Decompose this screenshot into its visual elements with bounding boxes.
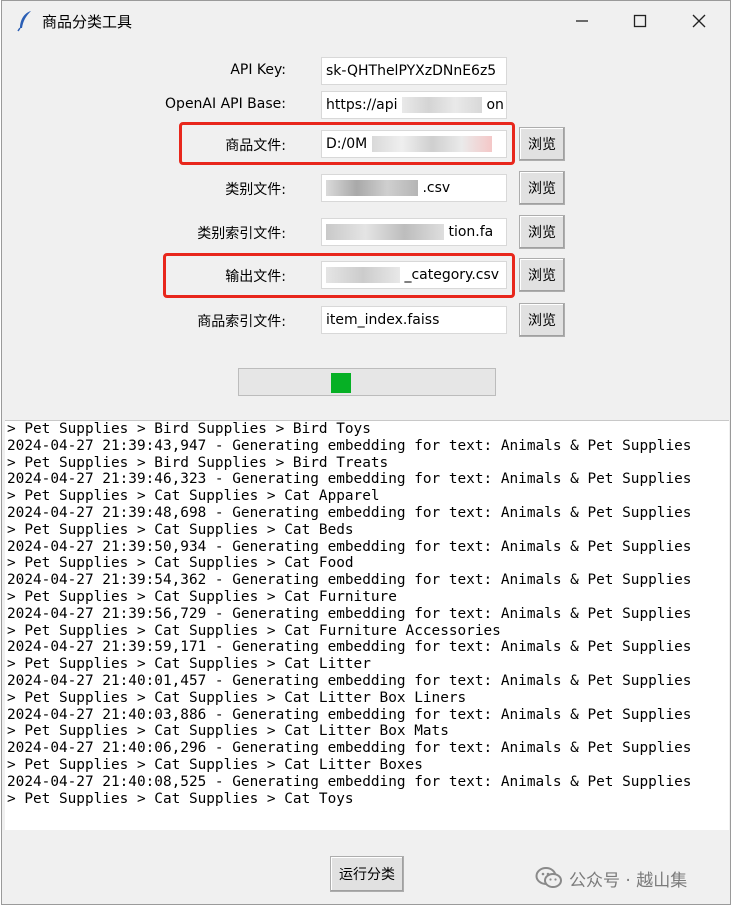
feather-icon — [17, 11, 31, 32]
close-button[interactable] — [674, 1, 724, 41]
category-file-browse-button[interactable]: 浏览 — [519, 171, 565, 205]
title-bar[interactable]: 商品分类工具 — [2, 1, 730, 41]
output-file-browse-button[interactable]: 浏览 — [519, 258, 565, 292]
log-line: > Pet Supplies > Cat Supplies > Cat Litt… — [7, 656, 371, 673]
category-file-input[interactable]: .csv — [321, 174, 507, 202]
wechat-icon — [535, 867, 562, 888]
log-line: 2024-04-27 21:39:54,362 - Generating emb… — [7, 572, 692, 589]
log-line: 2024-04-27 21:39:46,323 - Generating emb… — [7, 471, 692, 488]
product-file-browse-button[interactable]: 浏览 — [519, 127, 565, 161]
log-line: 2024-04-27 21:40:01,457 - Generating emb… — [7, 672, 692, 689]
log-output[interactable]: > Pet Supplies > Bird Supplies > Bird To… — [5, 420, 729, 830]
log-line: 2024-04-27 21:40:06,296 - Generating emb… — [7, 740, 692, 757]
product-index-file-input[interactable]: item_index.faiss — [321, 306, 507, 334]
category-index-file-input[interactable]: tion.fa — [321, 218, 507, 246]
log-line: > Pet Supplies > Cat Supplies > Cat Beds — [7, 521, 354, 538]
log-line: > Pet Supplies > Bird Supplies > Bird To… — [7, 421, 371, 437]
row-category-file: 类别文件: .csv 浏览 — [2, 171, 730, 205]
maximize-button[interactable] — [615, 1, 665, 41]
run-classify-button[interactable]: 运行分类 — [330, 856, 404, 892]
product-index-file-label: 商品索引文件: — [197, 314, 286, 330]
api-base-value-suffix: on — [486, 97, 504, 113]
progress-fill — [331, 373, 351, 393]
close-icon — [692, 14, 706, 28]
log-line: 2024-04-27 21:39:43,947 - Generating emb… — [7, 437, 692, 454]
log-line: > Pet Supplies > Bird Supplies > Bird Tr… — [7, 454, 389, 471]
log-line: 2024-04-27 21:39:59,171 - Generating emb… — [7, 639, 692, 656]
api-key-value: sk-QHThelPYXzDNnE6z5 — [326, 63, 497, 79]
maximize-icon — [633, 14, 647, 28]
api-base-input[interactable]: https://api on — [321, 91, 507, 119]
progress-bar — [238, 368, 496, 396]
log-line: > Pet Supplies > Cat Supplies > Cat Toys — [7, 790, 354, 807]
log-line: > Pet Supplies > Cat Supplies > Cat Furn… — [7, 622, 501, 639]
log-line: > Pet Supplies > Cat Supplies > Cat Litt… — [7, 756, 423, 773]
row-api-key: API Key: sk-QHThelPYXzDNnE6z5 — [2, 56, 730, 88]
redacted-block — [402, 97, 482, 113]
watermark-text: 公众号 · 越山集 — [569, 870, 688, 891]
log-line: 2024-04-27 21:40:03,886 - Generating emb… — [7, 706, 692, 723]
highlight-product-file — [179, 122, 515, 165]
product-index-file-browse-button[interactable]: 浏览 — [519, 303, 565, 337]
row-api-base: OpenAI API Base: https://api on — [2, 90, 730, 122]
product-index-file-value: item_index.faiss — [326, 312, 440, 328]
highlight-output-file — [163, 253, 515, 298]
category-index-file-browse-button[interactable]: 浏览 — [519, 215, 565, 249]
row-category-index-file: 类别索引文件: tion.fa 浏览 — [2, 215, 730, 249]
redacted-block — [326, 224, 444, 240]
api-base-value: https://api — [326, 97, 398, 113]
log-line: > Pet Supplies > Cat Supplies > Cat Litt… — [7, 723, 449, 740]
category-file-label: 类别文件: — [225, 182, 286, 198]
category-file-value: .csv — [422, 180, 451, 196]
app-window: 商品分类工具 API Key: sk-QHThelPYXzDNnE6z5 Ope… — [1, 0, 731, 905]
window-title: 商品分类工具 — [42, 13, 133, 31]
api-key-label: API Key: — [230, 62, 286, 78]
row-product-index-file: 商品索引文件: item_index.faiss 浏览 — [2, 303, 730, 337]
log-line: 2024-04-27 21:40:08,525 - Generating emb… — [7, 773, 692, 790]
redacted-block — [326, 180, 418, 196]
category-index-file-value: tion.fa — [448, 224, 494, 240]
log-line: > Pet Supplies > Cat Supplies > Cat Food — [7, 555, 354, 572]
log-line: 2024-04-27 21:39:48,698 - Generating emb… — [7, 504, 692, 521]
minimize-icon — [576, 20, 588, 22]
log-line: > Pet Supplies > Cat Supplies > Cat Appa… — [7, 488, 380, 505]
log-line: > Pet Supplies > Cat Supplies > Cat Furn… — [7, 588, 397, 605]
category-index-file-label: 类别索引文件: — [197, 226, 286, 242]
minimize-button[interactable] — [557, 1, 607, 41]
log-line: 2024-04-27 21:39:56,729 - Generating emb… — [7, 605, 692, 622]
watermark: 公众号 · 越山集 — [535, 865, 687, 891]
api-base-label: OpenAI API Base: — [165, 96, 286, 112]
log-line: > Pet Supplies > Cat Supplies > Cat Litt… — [7, 689, 467, 706]
log-line: 2024-04-27 21:39:50,934 - Generating emb… — [7, 538, 692, 555]
api-key-input[interactable]: sk-QHThelPYXzDNnE6z5 — [321, 57, 507, 85]
